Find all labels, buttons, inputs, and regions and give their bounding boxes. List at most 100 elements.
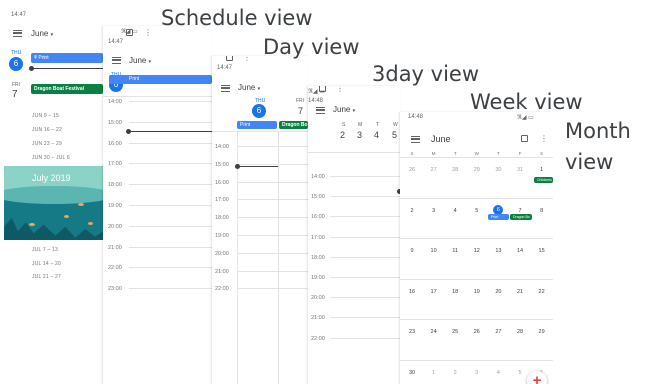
hour-gridline: [237, 252, 308, 254]
day-cell[interactable]: 27: [423, 167, 445, 173]
more-icon[interactable]: ⋮: [540, 135, 548, 143]
more-icon[interactable]: ⋮: [144, 29, 152, 37]
day-cell[interactable]: 15: [531, 248, 553, 254]
hour-gridline: [129, 267, 212, 269]
month-dropdown[interactable]: June ▾: [31, 29, 53, 38]
event-print[interactable]: Print: [488, 214, 509, 220]
day-cell[interactable]: 6: [493, 204, 504, 215]
add-event-fab[interactable]: +: [527, 371, 547, 384]
event-childrens[interactable]: Childrens: [534, 177, 553, 183]
more-icon[interactable]: ⋮: [336, 86, 344, 93]
day-cell[interactable]: 23: [401, 329, 423, 335]
hour-gridline: [237, 199, 308, 201]
day-cell[interactable]: 7: [509, 208, 531, 214]
day-cell[interactable]: 19: [466, 289, 488, 295]
week-day-1-weekday: S: [342, 122, 346, 128]
day-cell[interactable]: 13: [487, 248, 509, 254]
calendar-today-icon[interactable]: [521, 135, 528, 142]
status-time: 14:47: [217, 65, 233, 71]
week-range-1: JUN 9 – 15: [32, 113, 60, 119]
calendar-today-icon[interactable]: [226, 56, 233, 61]
day-cell[interactable]: 27: [487, 329, 509, 335]
day-cell[interactable]: 4: [444, 208, 466, 214]
week-row-divider: [400, 319, 553, 320]
day-cell[interactable]: 3: [423, 208, 445, 214]
day-col-1-number[interactable]: 6: [252, 104, 266, 118]
event-icon: ⩱: [34, 55, 37, 61]
hour-label: 19:00: [311, 275, 325, 281]
day1-number[interactable]: 6: [9, 57, 23, 71]
day-cell[interactable]: 25: [444, 329, 466, 335]
menu-icon[interactable]: [112, 57, 121, 64]
day-cell[interactable]: 30: [401, 370, 423, 376]
weekday-header: S: [540, 151, 544, 156]
week-row-divider: [400, 157, 553, 158]
month-dropdown[interactable]: June ▾: [238, 83, 260, 92]
calendar-today-icon[interactable]: [319, 86, 326, 92]
hour-gridline: [237, 235, 308, 236]
menu-icon[interactable]: [316, 107, 325, 114]
day-cell[interactable]: 31: [509, 167, 531, 173]
event-dragon-boat[interactable]: Dragon Boat Festival: [31, 84, 103, 94]
event-print[interactable]: Print: [237, 121, 277, 129]
month-grid: S M T W T F S 26 27 28 29 30 31 1 2 3 4 5 6 7 8 9 10 11 12 13 14 15…: [400, 148, 553, 384]
day-cell[interactable]: 29: [466, 167, 488, 173]
day-cell[interactable]: 1: [423, 370, 445, 376]
day-cell[interactable]: 2: [444, 370, 466, 376]
day-cell[interactable]: 9: [401, 248, 423, 254]
day-cell[interactable]: 22: [531, 289, 553, 295]
day-cell[interactable]: 11: [444, 248, 466, 254]
hour-label: 20:00: [108, 223, 122, 230]
hour-gridline: [237, 270, 308, 272]
day-cell[interactable]: 26: [466, 329, 488, 335]
hour-label: 22:00: [311, 335, 325, 342]
hour-gridline: [330, 176, 400, 177]
day-cell[interactable]: 21: [509, 289, 531, 295]
day-cell[interactable]: 8: [531, 208, 553, 214]
event-dragon-boat[interactable]: Dragon Bo: [510, 214, 532, 220]
day-cell[interactable]: 17: [423, 289, 445, 295]
day-cell[interactable]: 1: [531, 167, 553, 173]
day-cell[interactable]: 4: [487, 370, 509, 376]
month-label: June: [431, 134, 451, 144]
month-dropdown[interactable]: June ▾: [129, 56, 151, 65]
day-cell[interactable]: 20: [487, 289, 509, 295]
event-print-label: Print: [129, 76, 140, 82]
day-cell[interactable]: 14: [509, 248, 531, 254]
hour-gridline: [129, 184, 212, 186]
day-cell[interactable]: 10: [423, 248, 445, 254]
menu-icon[interactable]: [13, 30, 22, 37]
week-day-2-weekday: M: [358, 122, 363, 128]
day-cell[interactable]: 18: [444, 289, 466, 295]
day-cell[interactable]: 2: [401, 208, 423, 214]
day-cell[interactable]: 28: [509, 329, 531, 335]
day-cell[interactable]: 28: [444, 167, 466, 173]
event-print[interactable]: ⩱ Print: [31, 53, 103, 63]
menu-icon[interactable]: [411, 136, 420, 143]
day-cell[interactable]: 29: [531, 329, 553, 335]
event-print[interactable]: Print: [109, 75, 212, 84]
day-cell[interactable]: 12: [466, 248, 488, 254]
weekday-header: M: [431, 151, 436, 156]
chevron-down-icon: ▾: [50, 32, 54, 38]
day-cell[interactable]: 3: [466, 370, 488, 376]
hour-gridline: [129, 142, 212, 144]
hour-label: 21:00: [108, 244, 122, 251]
day-cell[interactable]: 26: [401, 167, 423, 173]
more-icon[interactable]: ⋮: [243, 56, 251, 62]
hour-gridline: [330, 236, 400, 238]
hour-gridline: [237, 163, 308, 165]
day-cell[interactable]: 24: [423, 329, 445, 335]
day-cell[interactable]: 16: [401, 289, 423, 295]
caption-schedule-view: Schedule view: [161, 6, 313, 30]
hour-label: 20:00: [311, 295, 325, 302]
week-view-screen: ℜ◢ ▭ 14:48 ⋮ June ▾ S 2 M 3 T 4 W 5 14:0…: [308, 86, 400, 384]
calendar-today-icon[interactable]: [126, 29, 133, 36]
month-dropdown[interactable]: June ▾: [333, 105, 355, 114]
menu-icon[interactable]: [221, 85, 230, 92]
hour-label: 18:00: [108, 182, 122, 189]
week-range-5: JUL 7 – 13: [32, 247, 58, 253]
day-cell[interactable]: 5: [466, 208, 488, 214]
day-cell[interactable]: 30: [487, 167, 509, 173]
event-dragon-boat[interactable]: Dragon Bo: [279, 121, 308, 129]
